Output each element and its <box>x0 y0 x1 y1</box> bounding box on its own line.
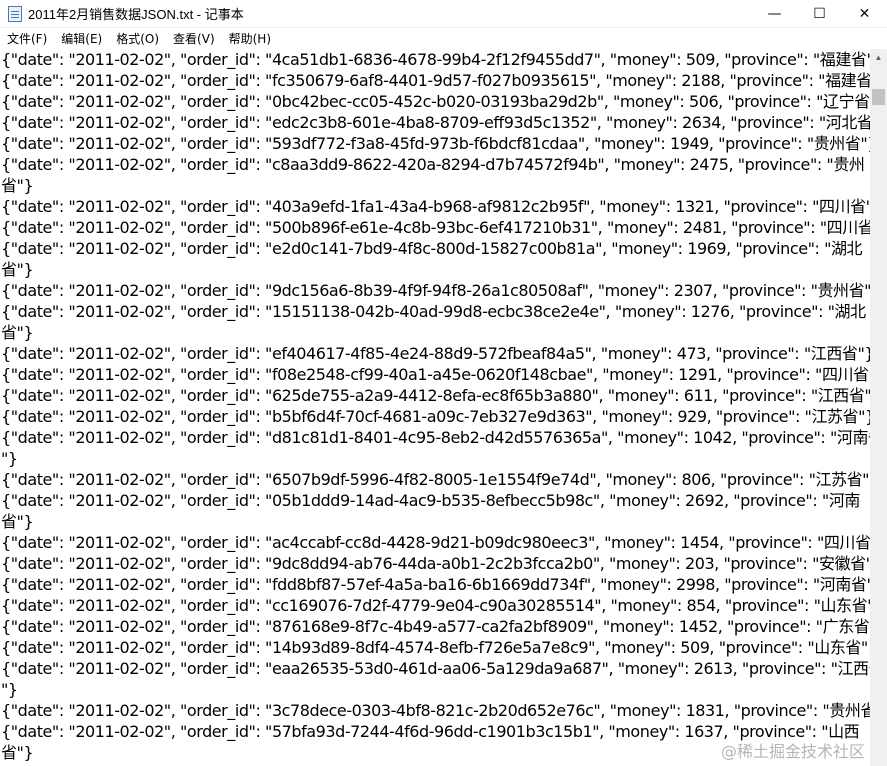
close-button[interactable]: ✕ <box>842 0 887 27</box>
text-line: {"date": "2011-02-02", "order_id": "6507… <box>1 470 870 489</box>
minimize-button[interactable]: — <box>752 0 797 27</box>
window-controls: — ☐ ✕ <box>752 0 887 27</box>
menu-view[interactable]: 查看(V) <box>166 30 222 47</box>
maximize-button[interactable]: ☐ <box>797 0 842 27</box>
text-line: {"date": "2011-02-02", "order_id": "fdd8… <box>1 575 870 594</box>
text-line: {"date": "2011-02-02", "order_id": "cc16… <box>1 596 870 615</box>
text-line: {"date": "2011-02-02", "order_id": "593d… <box>1 134 870 153</box>
text-line: {"date": "2011-02-02", "order_id": "b5bf… <box>1 407 870 426</box>
notepad-icon <box>8 5 22 22</box>
text-line: {"date": "2011-02-02", "order_id": "0bc4… <box>1 92 870 111</box>
text-line: {"date": "2011-02-02", "order_id": "9dc1… <box>1 281 870 300</box>
menu-file[interactable]: 文件(F) <box>0 30 54 47</box>
text-editor[interactable]: {"date": "2011-02-02", "order_id": "4ca5… <box>0 49 870 766</box>
text-line: {"date": "2011-02-02", "order_id": "3c78… <box>1 701 870 720</box>
text-line: {"date": "2011-02-02", "order_id": "500b… <box>1 218 870 237</box>
text-line: {"date": "2011-02-02", "order_id": "ac4c… <box>1 533 870 552</box>
window-title: 2011年2月销售数据JSON.txt - 记事本 <box>28 7 244 22</box>
scroll-up-icon[interactable]: ▲ <box>870 49 887 66</box>
menu-edit[interactable]: 编辑(E) <box>54 30 109 47</box>
title-bar[interactable]: 2011年2月销售数据JSON.txt - 记事本 — ☐ ✕ <box>0 0 887 28</box>
text-line: {"date": "2011-02-02", "order_id": "ef40… <box>1 344 870 363</box>
vertical-scrollbar[interactable]: ▲ <box>870 49 887 766</box>
text-line: "} <box>1 449 18 468</box>
text-line: {"date": "2011-02-02", "order_id": "f08e… <box>1 365 870 384</box>
menu-format[interactable]: 格式(O) <box>109 30 166 47</box>
text-line: {"date": "2011-02-02", "order_id": "e2d0… <box>1 239 863 258</box>
text-line: 省"} <box>1 260 34 279</box>
text-line: {"date": "2011-02-02", "order_id": "403a… <box>1 197 870 216</box>
text-line: {"date": "2011-02-02", "order_id": "d81c… <box>1 428 870 447</box>
text-line: {"date": "2011-02-02", "order_id": "c8aa… <box>1 155 865 174</box>
scroll-thumb[interactable] <box>872 89 885 105</box>
text-line: "} <box>1 680 18 699</box>
watermark: @稀土掘金技术社区 <box>720 742 865 761</box>
text-line: {"date": "2011-02-02", "order_id": "4ca5… <box>1 50 870 69</box>
text-line: {"date": "2011-02-02", "order_id": "625d… <box>1 386 870 405</box>
text-line: {"date": "2011-02-02", "order_id": "1515… <box>1 302 866 321</box>
menu-help[interactable]: 帮助(H) <box>222 30 278 47</box>
text-line: {"date": "2011-02-02", "order_id": "9dc8… <box>1 554 870 573</box>
text-line: {"date": "2011-02-02", "order_id": "8761… <box>1 617 870 636</box>
text-line: {"date": "2011-02-02", "order_id": "edc2… <box>1 113 870 132</box>
text-line: 省"} <box>1 512 34 531</box>
text-line: 省"} <box>1 323 34 342</box>
text-line: {"date": "2011-02-02", "order_id": "eaa2… <box>1 659 870 678</box>
text-line: 省"} <box>1 176 34 195</box>
menu-bar: 文件(F) 编辑(E) 格式(O) 查看(V) 帮助(H) <box>0 28 887 48</box>
text-line: {"date": "2011-02-02", "order_id": "05b1… <box>1 491 860 510</box>
text-line: {"date": "2011-02-02", "order_id": "fc35… <box>1 71 870 90</box>
text-line: {"date": "2011-02-02", "order_id": "14b9… <box>1 638 870 657</box>
